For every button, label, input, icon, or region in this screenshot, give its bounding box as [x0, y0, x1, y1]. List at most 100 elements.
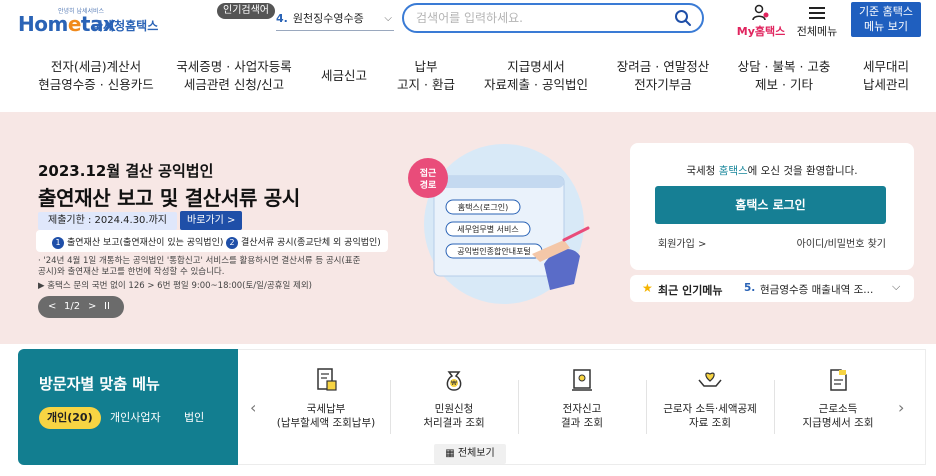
service-tax-payment[interactable]: 국세납부 (납부할세액 조회납부) — [262, 366, 390, 446]
view-all-button[interactable]: ▦ 전체보기 — [434, 444, 506, 464]
login-button[interactable]: 홈택스 로그인 — [655, 186, 886, 224]
legacy-menu-button[interactable]: 기준 홈택스 메뉴 보기 — [851, 2, 921, 37]
illus-step-1: 홈택스(로그인) — [458, 202, 508, 212]
tab-personal[interactable]: 개인(20) — [39, 407, 101, 429]
popular-search-select[interactable]: 4. 원천징수영수증 ⌵ — [276, 9, 394, 31]
search-box — [402, 3, 704, 33]
nav-item-consult[interactable]: 상담 · 불복 · 고충 제보 · 기타 — [728, 58, 840, 102]
pause-icon[interactable]: II — [104, 296, 110, 318]
popular-search-rank: 4. — [276, 12, 288, 25]
my-hometax-button[interactable]: My홈택스 — [732, 4, 790, 38]
grid-icon: ▦ — [445, 448, 455, 459]
nav-label: 고지 · 환급 — [397, 77, 455, 92]
heart-hands-icon — [698, 372, 722, 387]
chevron-right-icon[interactable]: › — [898, 398, 904, 417]
visitor-menu-title: 방문자별 맞춤 메뉴 — [39, 375, 160, 393]
find-id-password-link[interactable]: 아이디/비밀번호 찾기 — [797, 235, 886, 250]
search-input[interactable] — [416, 9, 656, 27]
popular-menu-rank: 5. — [744, 282, 756, 294]
service-worker-deduction[interactable]: 근로자 소득·세액공제 자료 조회 — [646, 366, 774, 446]
recent-popular-menu[interactable]: ★ 최근 인기메뉴 5. 현금영수증 매출내역 조... ⌵ — [630, 275, 914, 302]
header: 안녕히 납세서비스 Hometax 국세청홈택스 인기검색어 4. 원천징수영수증… — [0, 0, 936, 44]
service-label: 지급명세서 조회 — [802, 417, 874, 429]
nav-label: 상담 · 불복 · 고충 — [737, 59, 831, 74]
popular-menu-text: 현금영수증 매출내역 조... — [760, 284, 874, 296]
hero-note: · '24년 4월 1일 개통하는 공익법인 '통합신고' 서비스를 활용하시면… — [38, 256, 361, 277]
tab-individual-business[interactable]: 개인사업자 — [110, 407, 161, 429]
nav-item-tax-filing[interactable]: 세금신고 — [308, 58, 380, 102]
info-box: 1 출연재산 보고(출연재산이 있는 공익법인) 2 결산서류 공시(종교단체 외 … — [36, 230, 388, 252]
nav-item-tax-agent[interactable]: 세무대리 납세관리 — [848, 58, 924, 102]
tab-corporation[interactable]: 법인 — [184, 407, 204, 429]
hero-banner: 2023.12월 결산 공익법인 출연재산 보고 및 결산서류 공시 제출기한 … — [0, 112, 936, 344]
my-hometax-label: My홈택스 — [736, 25, 786, 38]
service-civil-request[interactable]: ₩ 민원신청 처리결과 조회 — [390, 366, 518, 446]
chevron-left-icon[interactable]: ‹ — [250, 398, 256, 417]
search-icon[interactable] — [674, 9, 692, 27]
welcome-text: 에 오신 것을 환영합니다. — [747, 165, 858, 177]
pager-prev-icon[interactable]: < — [48, 296, 56, 318]
user-icon — [752, 4, 769, 21]
illus-badge-1: 접근 — [420, 167, 437, 179]
all-menu-label: 전체메뉴 — [796, 25, 838, 38]
deadline-badge: 제출기한 : 2024.4.30.까지 — [38, 212, 177, 230]
service-e-filing[interactable]: 전자신고 결과 조회 — [518, 366, 646, 446]
illus-step-3: 공익법인종합안내포털 — [457, 246, 531, 256]
hero-subtitle: 2023.12월 결산 공익법인 — [38, 162, 214, 180]
service-carousel: ‹ 국세납부 (납부할세액 조회납부) ₩ 민원신청 처리결과 조회 전자신고 — [238, 349, 926, 465]
nav-label: 납세관리 — [862, 77, 909, 92]
service-label: 근로소득 — [818, 403, 858, 415]
number-badge: 1 — [52, 237, 64, 249]
popular-menu-title: 최근 인기메뉴 — [658, 284, 723, 297]
document-icon — [830, 369, 847, 391]
popular-search-badge: 인기검색어 — [217, 3, 275, 19]
nav-label: 국세증명 · 사업자등록 — [176, 59, 292, 74]
nav-item-e-invoice[interactable]: 전자(세금)계산서 현금영수증 · 신용카드 — [26, 58, 166, 102]
nav-item-payment[interactable]: 납부 고지 · 환급 — [388, 58, 464, 102]
info-item-text: 출연재산 보고(출연재산이 있는 공익법인) — [67, 238, 224, 248]
hero-title: 출연재산 보고 및 결산서류 공시 — [38, 186, 300, 210]
main-nav: 전자(세금)계산서 현금영수증 · 신용카드 국세증명 · 사업자등록 세금관련… — [0, 58, 936, 104]
welcome-message: 국세청 홈택스에 오신 것을 환영합니다. — [630, 163, 914, 178]
nav-label: 자료제출 · 공익법인 — [484, 77, 588, 92]
nav-item-incentive[interactable]: 장려금 · 연말정산 전자기부금 — [608, 58, 718, 102]
login-card: 국세청 홈택스에 오신 것을 환영합니다. 홈택스 로그인 회원가입 > 아이디… — [630, 143, 914, 270]
goto-button[interactable]: 바로가기 > — [180, 211, 243, 230]
service-earned-income[interactable]: 근로소득 지급명세서 조회 — [774, 366, 902, 446]
popular-search-term: 원천징수영수증 — [292, 12, 364, 25]
welcome-text: 국세청 — [686, 165, 719, 177]
banner-pager: < 1/2 > II — [38, 296, 124, 318]
service-label: 자료 조회 — [689, 417, 731, 429]
service-label: 결과 조회 — [561, 417, 603, 429]
service-label: 민원신청 — [434, 403, 474, 415]
service-label: (납부할세액 조회납부) — [276, 417, 376, 429]
service-label: 근로자 소득·세액공제 — [663, 403, 757, 415]
nav-label: 제보 · 기타 — [755, 77, 813, 92]
star-icon: ★ — [642, 281, 653, 295]
pager-next-icon[interactable]: > — [88, 296, 96, 318]
legacy-menu-label-2: 메뉴 보기 — [864, 20, 908, 33]
signup-link[interactable]: 회원가입 > — [658, 235, 706, 250]
logo-name: 국세청홈택스 — [92, 19, 159, 33]
nav-label: 전자(세금)계산서 — [50, 59, 142, 74]
hamburger-icon — [809, 7, 825, 19]
pager-count: 1/2 — [64, 301, 81, 312]
legacy-menu-label-1: 기준 홈택스 — [858, 5, 914, 18]
hero-illustration: 홈택스(로그인) 세무업무별 서비스 공익법인종합안내포털 접근 경로 — [408, 144, 590, 304]
service-label: 국세납부 — [306, 403, 346, 415]
info-item-text: 결산서류 공시(종교단체 외 공익법인) — [241, 238, 381, 248]
visitor-menu-panel: 방문자별 맞춤 메뉴 개인(20) 개인사업자 법인 — [18, 349, 238, 465]
nav-label: 세금관련 신청/신고 — [183, 77, 285, 92]
money-bag-icon: ₩ — [446, 371, 462, 391]
illus-step-2: 세무업무별 서비스 — [457, 224, 518, 234]
chevron-down-icon[interactable]: ⌵ — [892, 280, 900, 294]
nav-label: 현금영수증 · 신용카드 — [38, 77, 154, 92]
info-item-1: 1 출연재산 보고(출연재산이 있는 공익법인) — [52, 235, 223, 249]
e-filing-icon — [572, 369, 592, 391]
nav-item-certificate[interactable]: 국세증명 · 사업자등록 세금관련 신청/신고 — [168, 58, 300, 102]
nav-item-payment-statement[interactable]: 지급명세서 자료제출 · 공익법인 — [472, 58, 600, 102]
service-label: 전자신고 — [562, 403, 602, 415]
all-menu-button[interactable]: 전체메뉴 — [794, 4, 840, 38]
welcome-highlight: 홈택스 — [718, 165, 748, 177]
hometax-logo[interactable]: 안녕히 납세서비스 Hometax 국세청홈택스 — [18, 8, 178, 36]
